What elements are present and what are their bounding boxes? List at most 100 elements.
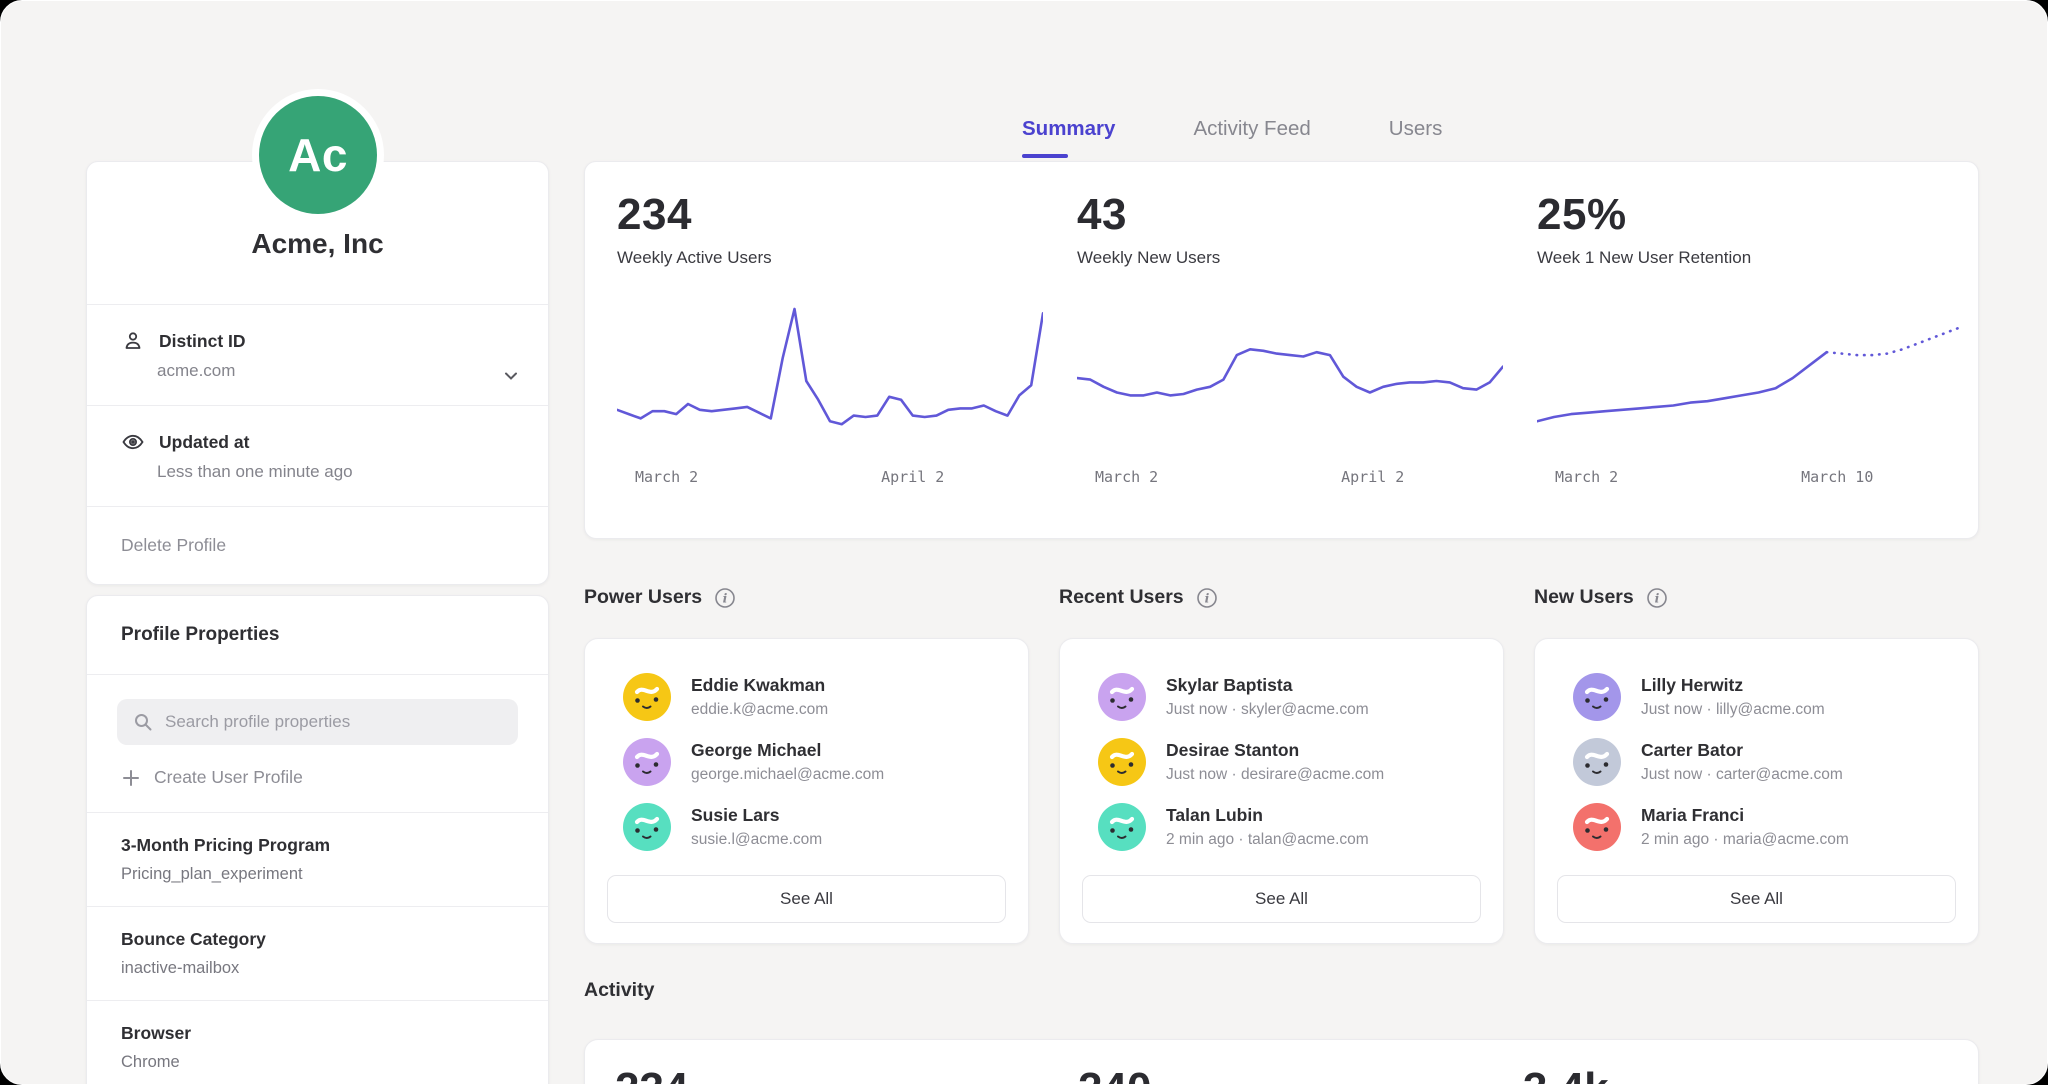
- user-list-item[interactable]: Eddie Kwakman eddie.k@acme.com: [623, 673, 990, 721]
- x-tick: March 2: [1555, 468, 1618, 486]
- user-subtitle: george.michael@acme.com: [691, 766, 884, 784]
- info-icon[interactable]: i: [1196, 587, 1218, 609]
- activity-stat: 240: [1078, 1064, 1151, 1085]
- profile-properties-title: Profile Properties: [87, 596, 548, 674]
- section-title: Recent Users: [1059, 586, 1184, 609]
- user-name: Carter Bator: [1641, 740, 1843, 761]
- eye-icon: [121, 430, 145, 454]
- recent-users-header: Recent Users i: [1059, 586, 1218, 609]
- summary-card: 234 Weekly Active Users March 2 April 2 …: [584, 161, 1979, 539]
- user-list-item[interactable]: Maria Franci 2 min ago · maria@acme.com: [1573, 803, 1940, 851]
- stat-label: Week 1 New User Retention: [1537, 248, 1963, 268]
- property-value: Chrome: [121, 1053, 514, 1072]
- tab-label: Users: [1389, 117, 1443, 140]
- tab-label: Activity Feed: [1193, 117, 1310, 140]
- info-icon[interactable]: i: [714, 587, 736, 609]
- see-all-button[interactable]: See All: [607, 875, 1006, 923]
- chevron-down-icon[interactable]: [500, 365, 522, 387]
- power-users-card: Eddie Kwakman eddie.k@acme.com George Mi…: [584, 638, 1029, 944]
- field-value: Less than one minute ago: [157, 462, 514, 482]
- updated-at-row: Updated at Less than one minute ago: [87, 406, 548, 506]
- user-list-item[interactable]: Susie Lars susie.l@acme.com: [623, 803, 990, 851]
- user-subtitle: Just now · skyler@acme.com: [1166, 701, 1369, 719]
- tab-activity-feed[interactable]: Activity Feed: [1193, 117, 1310, 158]
- x-axis: March 2 April 2: [617, 468, 1043, 488]
- user-name: Susie Lars: [691, 805, 822, 826]
- company-avatar: Ac: [252, 89, 384, 221]
- x-tick: March 10: [1801, 468, 1873, 486]
- user-subtitle: susie.l@acme.com: [691, 831, 822, 849]
- user-subtitle: 2 min ago · maria@acme.com: [1641, 831, 1849, 849]
- distinct-id-row[interactable]: Distinct ID acme.com: [87, 305, 548, 405]
- user-avatar: [623, 673, 671, 721]
- sparkline-chart: [1537, 302, 1963, 460]
- tab-summary[interactable]: Summary: [1022, 117, 1115, 158]
- new-users-card: Lilly Herwitz Just now · lilly@acme.com …: [1534, 638, 1979, 944]
- property-value: inactive-mailbox: [121, 959, 514, 978]
- user-name: Lilly Herwitz: [1641, 675, 1825, 696]
- see-all-button[interactable]: See All: [1082, 875, 1481, 923]
- property-name: Browser: [121, 1023, 514, 1044]
- user-avatar: [1573, 673, 1621, 721]
- search-wrap: [117, 699, 518, 745]
- field-label: Updated at: [159, 432, 249, 453]
- new-users-header: New Users i: [1534, 586, 1668, 609]
- tab-bar: Summary Activity Feed Users: [1022, 117, 1442, 158]
- user-list-item[interactable]: Talan Lubin 2 min ago · talan@acme.com: [1098, 803, 1465, 851]
- x-tick: March 2: [1095, 468, 1158, 486]
- delete-profile-button[interactable]: Delete Profile: [87, 507, 548, 584]
- profile-properties-card: Profile Properties Create User Profile 3…: [86, 595, 549, 1085]
- user-avatar: [1098, 803, 1146, 851]
- user-subtitle: 2 min ago · talan@acme.com: [1166, 831, 1369, 849]
- stat-value: 25%: [1537, 190, 1963, 240]
- svg-text:i: i: [1204, 590, 1209, 605]
- property-row[interactable]: Browser Chrome: [87, 1000, 548, 1085]
- user-subtitle: eddie.k@acme.com: [691, 701, 828, 719]
- x-tick: April 2: [881, 468, 944, 486]
- activity-stat: 234: [615, 1064, 688, 1085]
- user-name: George Michael: [691, 740, 884, 761]
- field-label: Distinct ID: [159, 331, 246, 352]
- info-icon[interactable]: i: [1646, 587, 1668, 609]
- app-window: Ac Acme, Inc Distinct ID acme.com: [0, 0, 2048, 1085]
- stat-week1-retention: 25% Week 1 New User Retention March 2 Ma…: [1537, 162, 1963, 538]
- profile-card: Acme, Inc Distinct ID acme.com: [86, 161, 549, 585]
- search-icon: [132, 711, 154, 733]
- property-name: 3-Month Pricing Program: [121, 835, 514, 856]
- see-all-button[interactable]: See All: [1557, 875, 1956, 923]
- user-avatar: [623, 803, 671, 851]
- property-row[interactable]: 3-Month Pricing Program Pricing_plan_exp…: [87, 812, 548, 906]
- stat-value: 234: [617, 190, 1043, 240]
- field-value: acme.com: [157, 361, 514, 381]
- create-user-profile-label: Create User Profile: [154, 767, 303, 788]
- stat-label: Weekly New Users: [1077, 248, 1503, 268]
- recent-users-card: Skylar Baptista Just now · skyler@acme.c…: [1059, 638, 1504, 944]
- avatar-initials: Ac: [259, 96, 377, 214]
- user-avatar: [1098, 673, 1146, 721]
- user-list-item[interactable]: Skylar Baptista Just now · skyler@acme.c…: [1098, 673, 1465, 721]
- user-list-item[interactable]: George Michael george.michael@acme.com: [623, 738, 990, 786]
- sparkline-chart: [617, 302, 1043, 460]
- power-users-header: Power Users i: [584, 586, 736, 609]
- user-list-item[interactable]: Carter Bator Just now · carter@acme.com: [1573, 738, 1940, 786]
- section-title: New Users: [1534, 586, 1634, 609]
- tab-label: Summary: [1022, 117, 1115, 140]
- stat-weekly-active-users: 234 Weekly Active Users March 2 April 2: [617, 162, 1043, 538]
- property-row[interactable]: Bounce Category inactive-mailbox: [87, 906, 548, 1000]
- user-name: Desirae Stanton: [1166, 740, 1384, 761]
- user-list-item[interactable]: Lilly Herwitz Just now · lilly@acme.com: [1573, 673, 1940, 721]
- user-name: Eddie Kwakman: [691, 675, 828, 696]
- search-input[interactable]: [117, 699, 518, 745]
- user-list-item[interactable]: Desirae Stanton Just now · desirare@acme…: [1098, 738, 1465, 786]
- stat-value: 43: [1077, 190, 1503, 240]
- property-value: Pricing_plan_experiment: [121, 865, 514, 884]
- create-user-profile-button[interactable]: Create User Profile: [87, 745, 548, 812]
- property-name: Bounce Category: [121, 929, 514, 950]
- user-subtitle: Just now · lilly@acme.com: [1641, 701, 1825, 719]
- person-icon: [121, 329, 145, 353]
- x-axis: March 2 March 10: [1537, 468, 1963, 488]
- user-name: Skylar Baptista: [1166, 675, 1369, 696]
- tab-users[interactable]: Users: [1389, 117, 1443, 158]
- user-avatar: [1573, 738, 1621, 786]
- user-name: Talan Lubin: [1166, 805, 1369, 826]
